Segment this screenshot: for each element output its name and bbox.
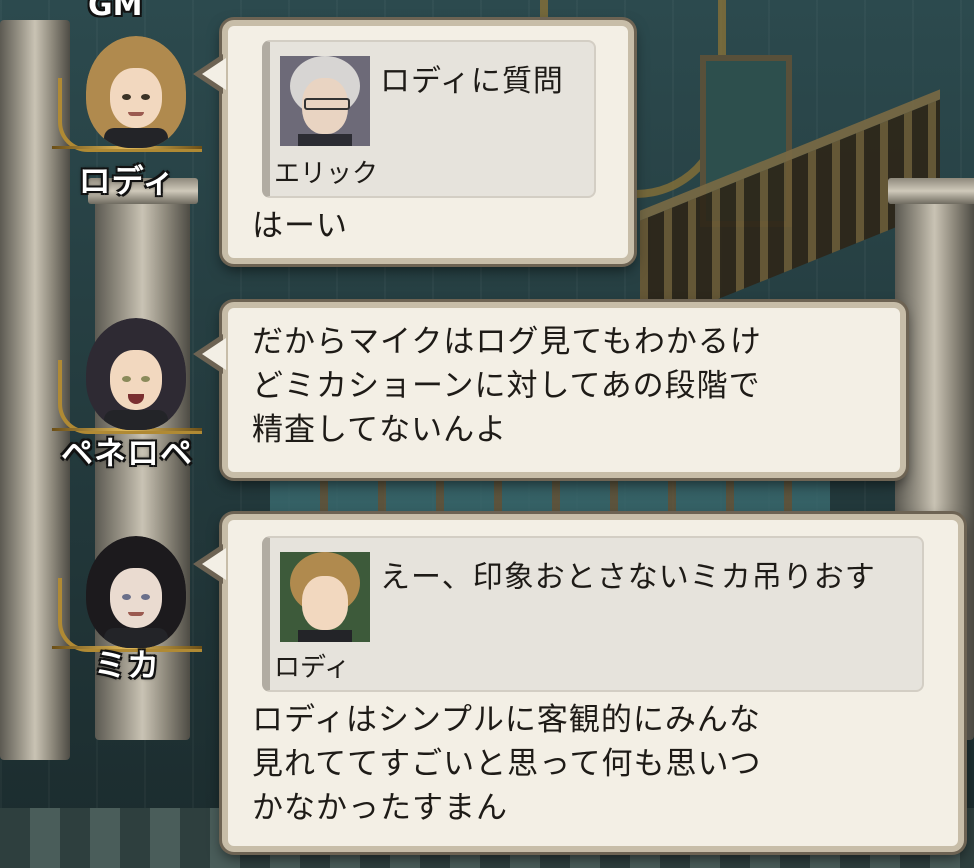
eric-portrait-icon (280, 56, 370, 146)
speaker-avatar-penelope[interactable]: ペネロペ (52, 310, 202, 472)
quoted-text: ロディに質問 (380, 64, 564, 99)
speaker-avatar-mika[interactable]: ミカ (52, 528, 202, 688)
glasses-icon (304, 98, 350, 110)
speaker-name: ペネロペ (60, 434, 193, 472)
speaker-avatar-rody[interactable]: ロディ (52, 28, 202, 200)
bubble-tail (202, 338, 226, 370)
quoted-text: えー、印象おとさないミカ吊りおす (380, 560, 876, 595)
thumb-collar (298, 630, 352, 642)
portrait-collar (104, 410, 168, 430)
thumb-face (302, 576, 348, 630)
bubble-tail (202, 548, 226, 580)
speech-bubble[interactable]: えー、印象おとさないミカ吊りおす ロディ ロディはシンプルに客観的にみんな 見れ… (193, 514, 964, 852)
portrait-eye (122, 594, 131, 600)
portrait-mouth (128, 394, 144, 404)
pillar-capital-right (888, 178, 974, 204)
penelope-portrait-icon (86, 318, 186, 430)
rody-portrait-icon (280, 552, 370, 642)
message-text: だからマイクはログ見てもわかるけ どミカショーンに対してあの段階で 精査してない… (252, 324, 762, 448)
bubble-tail (202, 58, 226, 90)
speaker-name: ミカ (93, 646, 160, 684)
speech-bubble[interactable]: ロディに質問 エリック はーい (193, 20, 634, 264)
portrait-face (110, 68, 162, 128)
portrait-eye (141, 376, 150, 382)
quoted-message[interactable]: ロディに質問 エリック (262, 40, 596, 198)
rody-portrait-icon (86, 36, 186, 148)
background-windows (270, 478, 830, 512)
portrait-collar (104, 128, 168, 148)
portrait-eye (141, 94, 150, 100)
portrait-face (110, 568, 162, 628)
portrait-eye (122, 94, 131, 100)
mika-portrait-icon (86, 536, 186, 648)
quoted-message[interactable]: えー、印象おとさないミカ吊りおす ロディ (262, 536, 924, 692)
thumb-collar (298, 134, 352, 146)
gm-label: GM (88, 0, 143, 23)
quoted-author: ロディ (274, 653, 351, 683)
message-text: ロディはシンプルに客観的にみんな 見れててすごいと思って何も思いつ かなかったす… (252, 702, 762, 826)
quoted-author: エリック (274, 159, 379, 189)
portrait-eye (122, 376, 131, 382)
message-text: はーい (252, 208, 348, 244)
portrait-mouth (128, 112, 144, 116)
portrait-mouth (128, 612, 144, 616)
portrait-eye (141, 594, 150, 600)
speech-bubble[interactable]: だからマイクはログ見てもわかるけ どミカショーンに対してあの段階で 精査してない… (193, 302, 906, 478)
speaker-name: ロディ (78, 162, 176, 200)
portrait-face (110, 350, 162, 410)
